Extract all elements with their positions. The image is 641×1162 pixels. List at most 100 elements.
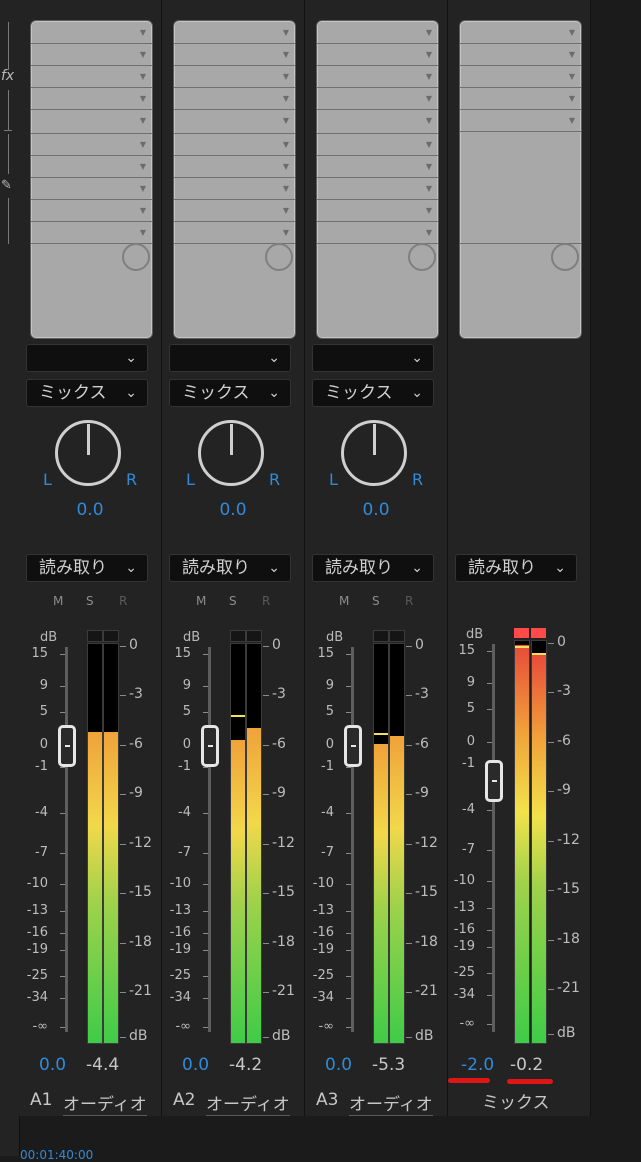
- slot-arrow-icon[interactable]: ▼: [140, 95, 146, 103]
- volume-fader[interactable]: [485, 760, 503, 802]
- slot-arrow-icon[interactable]: ▼: [426, 29, 432, 37]
- effects-slots[interactable]: ▼ ▼ ▼ ▼ ▼: [459, 20, 582, 339]
- volume-fader[interactable]: [58, 725, 76, 767]
- slot-arrow-icon[interactable]: ▼: [283, 117, 289, 125]
- slot-arrow-icon[interactable]: ▼: [283, 185, 289, 193]
- slot-arrow-icon[interactable]: ▼: [283, 29, 289, 37]
- slot-arrow-icon[interactable]: ▼: [140, 117, 146, 125]
- pen-icon[interactable]: ✎: [1, 178, 12, 193]
- effects-slots[interactable]: ▼ ▼ ▼ ▼ ▼ ▼ ▼ ▼ ▼ ▼: [30, 20, 153, 339]
- record-button[interactable]: R: [262, 594, 270, 608]
- slot-arrow-icon[interactable]: ▼: [426, 163, 432, 171]
- meter-scale-label: -12: [129, 835, 152, 851]
- volume-value[interactable]: 0.0: [325, 1055, 352, 1075]
- slot-arrow-icon[interactable]: ▼: [283, 95, 289, 103]
- send-dropdown[interactable]: ⌄: [312, 344, 434, 372]
- clip-indicator-right[interactable]: [103, 630, 119, 642]
- slot-arrow-icon[interactable]: ▼: [283, 229, 289, 237]
- automation-dropdown[interactable]: 読み取り ⌄: [312, 554, 434, 582]
- meter-tick: [120, 893, 126, 894]
- send-dropdown[interactable]: ⌄: [26, 344, 148, 372]
- pan-left-label: L: [186, 470, 195, 489]
- pan-value[interactable]: 0.0: [305, 500, 447, 520]
- clip-indicator-right[interactable]: [389, 630, 405, 642]
- clip-indicator-left[interactable]: [230, 630, 246, 642]
- slot-arrow-icon[interactable]: ▼: [140, 229, 146, 237]
- volume-value[interactable]: 0.0: [182, 1055, 209, 1075]
- pan-needle: [373, 424, 376, 455]
- automation-dropdown[interactable]: 読み取り ⌄: [26, 554, 148, 582]
- slot-arrow-icon[interactable]: ▼: [283, 141, 289, 149]
- meter-tick: [120, 695, 126, 696]
- effects-slots[interactable]: ▼ ▼ ▼ ▼ ▼ ▼ ▼ ▼ ▼ ▼: [316, 20, 439, 339]
- solo-button[interactable]: S: [86, 594, 94, 608]
- record-button[interactable]: R: [405, 594, 413, 608]
- clip-indicator-right[interactable]: [246, 630, 262, 642]
- send-knob-icon[interactable]: [408, 243, 436, 271]
- fader-track[interactable]: [351, 647, 354, 1032]
- send-mix-dropdown[interactable]: ミックス ⌄: [312, 379, 434, 407]
- pan-value[interactable]: 0.0: [162, 500, 304, 520]
- fader-track[interactable]: [208, 647, 211, 1032]
- clip-indicator-left[interactable]: [373, 630, 389, 642]
- slot-arrow-icon[interactable]: ▼: [426, 117, 432, 125]
- clip-indicator-left[interactable]: [514, 628, 529, 638]
- slot-arrow-icon[interactable]: ▼: [426, 207, 432, 215]
- slot-arrow-icon[interactable]: ▼: [283, 51, 289, 59]
- slot-arrow-icon[interactable]: ▼: [140, 207, 146, 215]
- effects-slots[interactable]: ▼ ▼ ▼ ▼ ▼ ▼ ▼ ▼ ▼ ▼: [173, 20, 296, 339]
- slot-arrow-icon[interactable]: ▼: [569, 117, 575, 125]
- automation-dropdown[interactable]: 読み取り ⌄: [455, 554, 577, 582]
- slot-arrow-icon[interactable]: ▼: [426, 51, 432, 59]
- slot-arrow-icon[interactable]: ▼: [140, 29, 146, 37]
- slot-arrow-icon[interactable]: ▼: [426, 73, 432, 81]
- pan-knob[interactable]: [55, 420, 121, 486]
- slot-arrow-icon[interactable]: ▼: [569, 95, 575, 103]
- fader-track[interactable]: [65, 647, 68, 1032]
- send-knob-icon[interactable]: [551, 243, 579, 271]
- send-knob-icon[interactable]: [265, 243, 293, 271]
- slot-arrow-icon[interactable]: ▼: [569, 51, 575, 59]
- slot-arrow-icon[interactable]: ▼: [140, 73, 146, 81]
- clip-indicator-left[interactable]: [87, 630, 103, 642]
- record-button[interactable]: R: [119, 594, 127, 608]
- slot-arrow-icon[interactable]: ▼: [426, 185, 432, 193]
- slot-arrow-icon[interactable]: ▼: [140, 185, 146, 193]
- slot-arrow-icon[interactable]: ▼: [569, 73, 575, 81]
- volume-value[interactable]: 0.0: [39, 1055, 66, 1075]
- volume-value[interactable]: -2.0: [461, 1055, 494, 1075]
- send-knob-icon[interactable]: [122, 243, 150, 271]
- send-mix-dropdown[interactable]: ミックス ⌄: [26, 379, 148, 407]
- solo-button[interactable]: S: [372, 594, 380, 608]
- pan-value[interactable]: 0.0: [19, 500, 161, 520]
- slot-arrow-icon[interactable]: ▼: [140, 163, 146, 171]
- mute-button[interactable]: M: [339, 594, 349, 608]
- slot-arrow-icon[interactable]: ▼: [283, 163, 289, 171]
- pan-knob[interactable]: [341, 420, 407, 486]
- slot-arrow-icon[interactable]: ▼: [426, 95, 432, 103]
- solo-button[interactable]: S: [229, 594, 237, 608]
- slot-arrow-icon[interactable]: ▼: [283, 73, 289, 81]
- automation-dropdown[interactable]: 読み取り ⌄: [169, 554, 291, 582]
- slot-arrow-icon[interactable]: ▼: [426, 141, 432, 149]
- send-mix-dropdown[interactable]: ミックス ⌄: [169, 379, 291, 407]
- slot-arrow-icon[interactable]: ▼: [426, 229, 432, 237]
- clip-indicator-right[interactable]: [531, 628, 546, 638]
- slot-arrow-icon[interactable]: ▼: [283, 207, 289, 215]
- mute-button[interactable]: M: [196, 594, 206, 608]
- level-meter-right: [389, 643, 405, 1044]
- fader-scale-label: -16: [26, 925, 48, 940]
- slot-arrow-icon[interactable]: ▼: [140, 141, 146, 149]
- pan-knob[interactable]: [198, 420, 264, 486]
- timecode[interactable]: 00:01:40:00: [20, 1148, 93, 1162]
- meter-scale-label: 0: [415, 637, 424, 653]
- meter-scale-label: -3: [272, 686, 286, 702]
- slot-arrow-icon[interactable]: ▼: [569, 29, 575, 37]
- volume-fader[interactable]: [344, 725, 362, 767]
- fx-icon[interactable]: fx: [1, 68, 14, 84]
- send-dropdown[interactable]: ⌄: [169, 344, 291, 372]
- slot-arrow-icon[interactable]: ▼: [140, 51, 146, 59]
- fader-track[interactable]: [492, 644, 495, 1032]
- volume-fader[interactable]: [201, 725, 219, 767]
- mute-button[interactable]: M: [53, 594, 63, 608]
